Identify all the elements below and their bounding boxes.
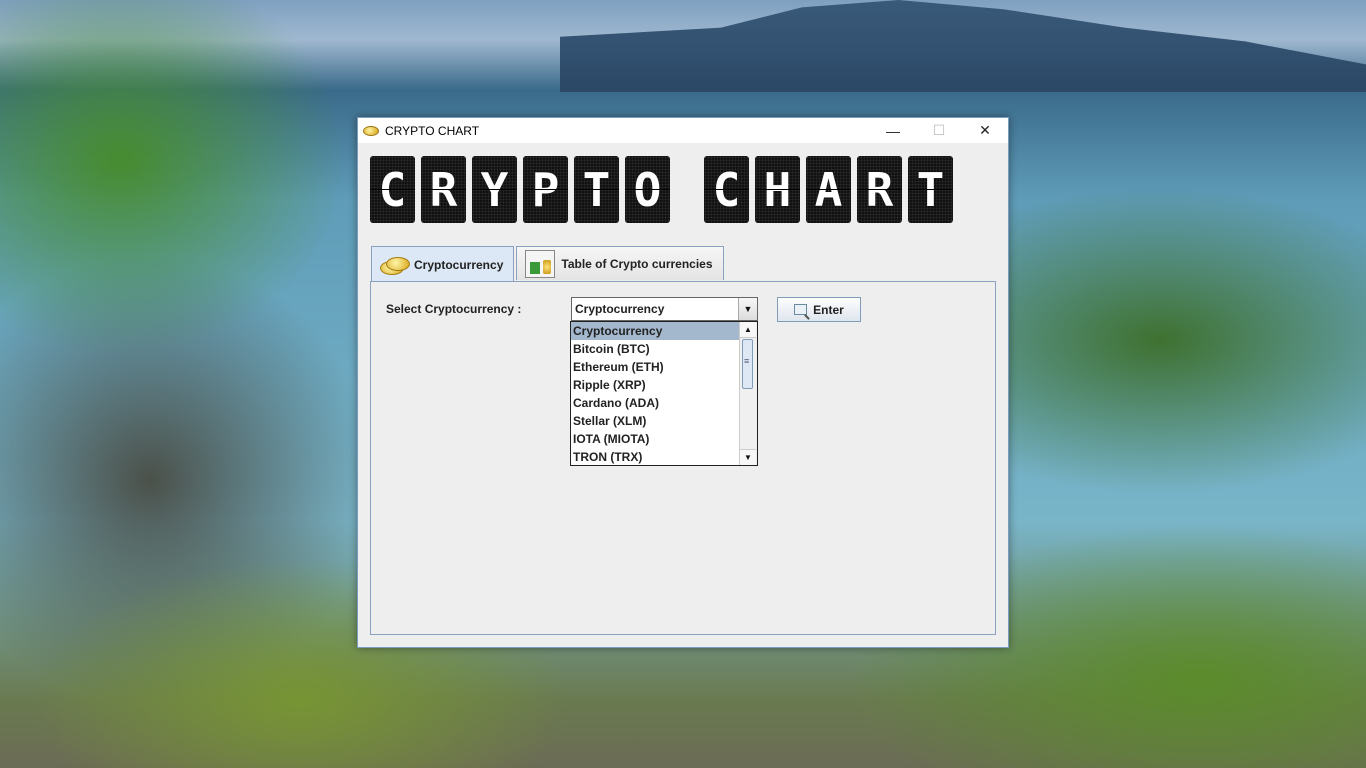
banner-letter-tile: T: [574, 156, 619, 223]
banner-letter-tile: T: [908, 156, 953, 223]
dropdown-option[interactable]: Bitcoin (BTC): [571, 340, 740, 358]
select-cryptocurrency-label: Select Cryptocurrency :: [386, 302, 522, 316]
dropdown-option[interactable]: Cardano (ADA): [571, 394, 740, 412]
banner-letter-tile: O: [625, 156, 670, 223]
dropdown-scrollbar[interactable]: ▲ ▼: [739, 322, 757, 465]
dropdown-options: Cryptocurrency Bitcoin (BTC) Ethereum (ETH…: [571, 322, 740, 465]
banner-letter-tile: C: [704, 156, 749, 223]
banner-letter-tile: A: [806, 156, 851, 223]
banner-letter-tile: R: [421, 156, 466, 223]
window-title: CRYPTO CHART: [385, 123, 480, 138]
banner-letter-tile: P: [523, 156, 568, 223]
scroll-down-arrow-icon[interactable]: ▼: [740, 449, 756, 465]
combo-selected-value: Cryptocurrency: [575, 302, 665, 316]
window-controls: — ☐ ✕: [870, 118, 1008, 143]
dropdown-option[interactable]: Cryptocurrency: [571, 322, 740, 340]
chevron-down-icon[interactable]: ▼: [738, 298, 757, 320]
dropdown-option[interactable]: Ethereum (ETH): [571, 358, 740, 376]
cryptocurrency-combobox[interactable]: Cryptocurrency ▼: [571, 297, 758, 321]
minimize-button[interactable]: —: [870, 118, 916, 143]
coins-icon: [380, 256, 410, 275]
dropdown-option[interactable]: TRON (TRX): [571, 448, 740, 466]
tab-cryptocurrency[interactable]: Cryptocurrency: [371, 246, 515, 282]
tab-bar: Cryptocurrency Table of Crypto currencie…: [371, 246, 726, 282]
chart-coins-icon: [525, 249, 556, 278]
scroll-up-arrow-icon[interactable]: ▲: [740, 322, 756, 338]
dropdown-option[interactable]: IOTA (MIOTA): [571, 430, 740, 448]
wallpaper-mountains: [560, 0, 1366, 92]
banner-letter-tile: Y: [472, 156, 517, 223]
crypto-chart-banner: CRYPTO CHART: [370, 156, 959, 224]
banner-letter-tile: H: [755, 156, 800, 223]
tab-label: Cryptocurrency: [414, 257, 504, 272]
coin-app-icon: [363, 125, 379, 136]
dropdown-option[interactable]: Stellar (XLM): [571, 412, 740, 430]
tab-table-of-crypto-currencies[interactable]: Table of Crypto currencies: [516, 246, 724, 280]
maximize-button[interactable]: ☐: [916, 118, 962, 143]
scrollbar-thumb[interactable]: [742, 339, 753, 389]
tab-label: Table of Crypto currencies: [561, 256, 713, 271]
search-icon: [794, 304, 808, 315]
banner-letter-tile: R: [857, 156, 902, 223]
enter-button-label: Enter: [813, 302, 844, 317]
cryptocurrency-dropdown-list[interactable]: Cryptocurrency Bitcoin (BTC) Ethereum (ETH…: [570, 321, 758, 466]
banner-letter-tile: C: [370, 156, 415, 223]
banner-space: [676, 156, 698, 223]
close-button[interactable]: ✕: [962, 118, 1008, 143]
enter-button[interactable]: Enter: [777, 297, 861, 322]
dropdown-option[interactable]: Ripple (XRP): [571, 376, 740, 394]
title-bar[interactable]: CRYPTO CHART — ☐ ✕: [358, 118, 1008, 143]
